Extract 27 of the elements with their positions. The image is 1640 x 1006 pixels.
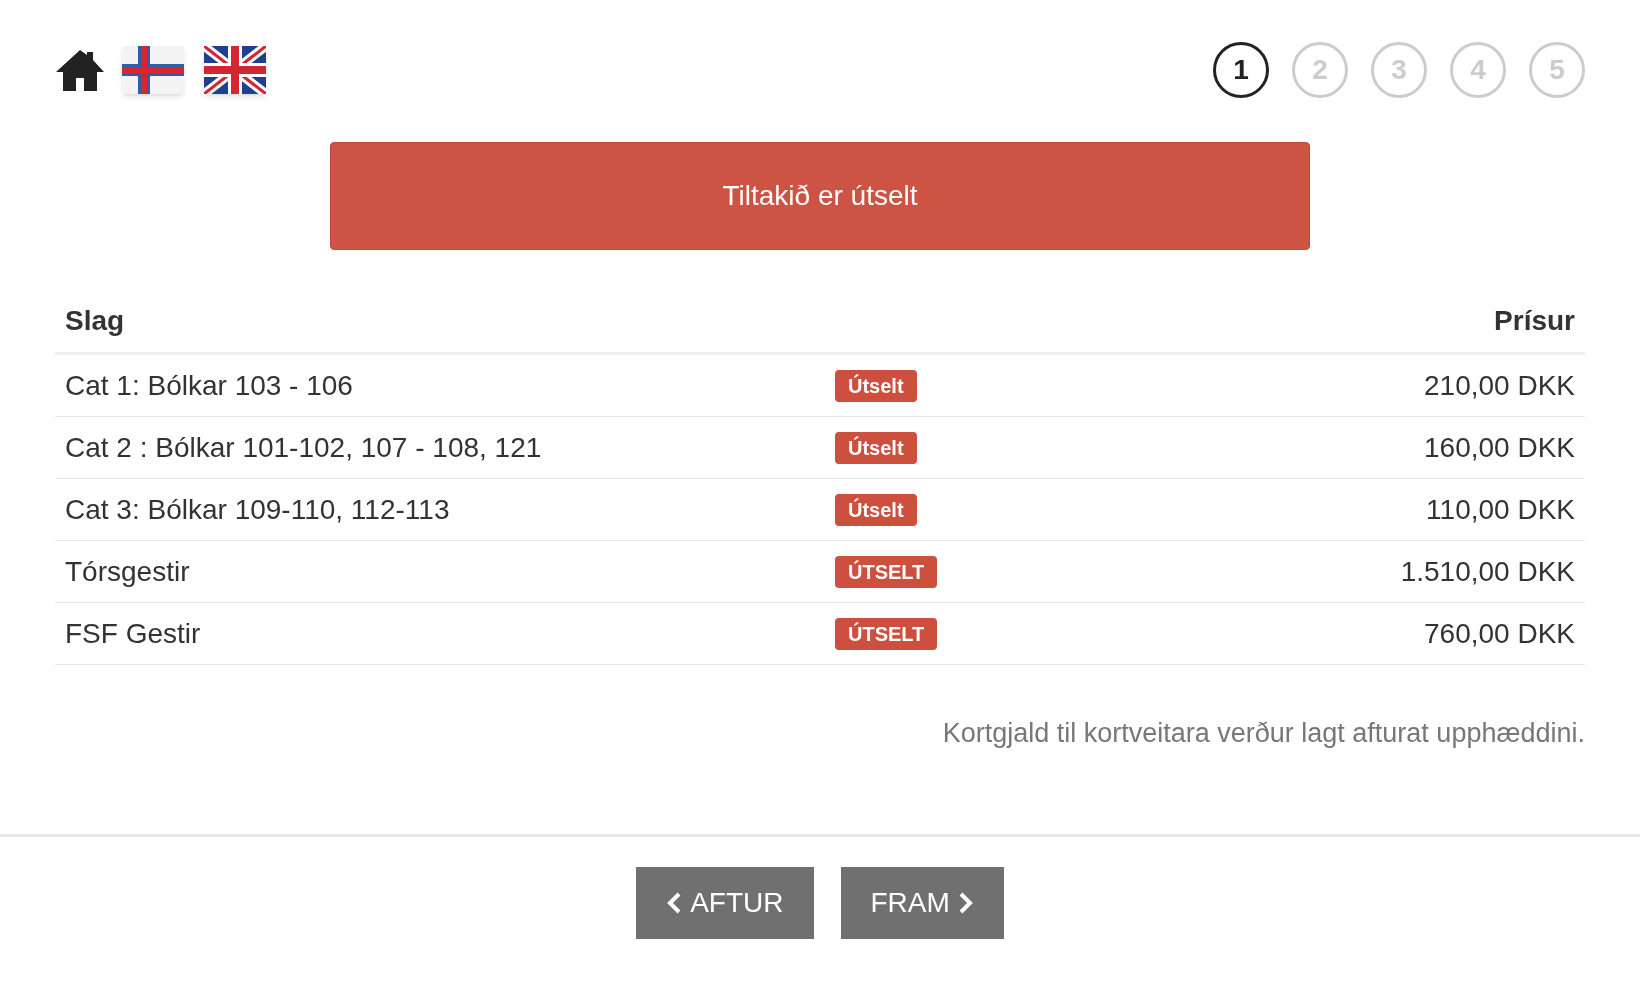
- ticket-type: Cat 1: Bólkar 103 - 106: [65, 368, 354, 403]
- column-header: Prísur: [1494, 304, 1575, 338]
- price: 210,00 DKK: [1423, 368, 1575, 403]
- price: 160,00 DKK: [1423, 430, 1575, 465]
- price: 1.510,00 DKK: [1399, 554, 1575, 589]
- sold-out-badge: Útselt: [835, 431, 917, 464]
- chevron-right-icon: [957, 891, 974, 914]
- faroese-flag-icon[interactable]: [122, 46, 184, 94]
- sold-out-alert: Tiltakið er útselt: [330, 142, 1310, 250]
- column-header: Slag: [65, 304, 125, 338]
- next-button[interactable]: FRAM: [840, 866, 1004, 939]
- back-button[interactable]: AFTUR: [636, 866, 814, 939]
- sold-out-badge: Útselt: [835, 493, 917, 526]
- price: 110,00 DKK: [1425, 492, 1575, 527]
- chevron-left-icon: [666, 891, 683, 914]
- ticket-type: Tórsgestir: [65, 554, 191, 589]
- step-indicator: 1: [1213, 42, 1269, 98]
- ticket-type: Cat 3: Bólkar 109-110, 112-113: [65, 492, 451, 527]
- ticket-type: Cat 2 : Bólkar 101-102, 107 - 108, 121: [65, 430, 543, 465]
- sold-out-badge: Útselt: [835, 369, 917, 402]
- card-fee-note: Kortgjald til kortveitara verður lagt afturat upphæddini.: [942, 717, 1585, 750]
- home-icon[interactable]: [55, 48, 105, 92]
- ticket-type: FSF Gestir: [65, 616, 202, 651]
- sold-out-badge: ÚTSELT: [835, 555, 938, 588]
- price: 760,00 DKK: [1423, 616, 1575, 651]
- uk-flag-icon[interactable]: [204, 46, 266, 94]
- sold-out-badge: ÚTSELT: [835, 617, 938, 650]
